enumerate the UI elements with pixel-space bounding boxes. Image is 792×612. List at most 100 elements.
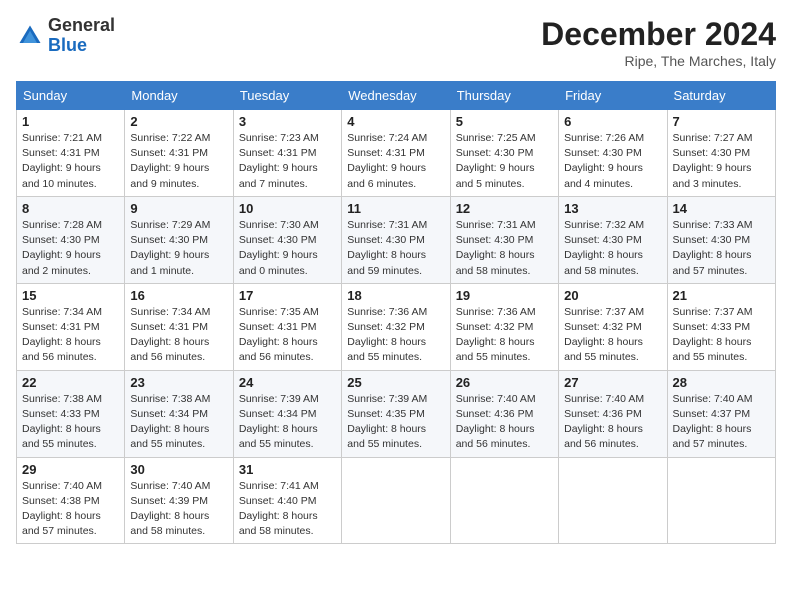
weekday-header: Saturday [667,82,775,110]
day-number: 31 [239,462,336,477]
page-header: General Blue December 2024 Ripe, The Mar… [16,16,776,69]
day-info: Sunrise: 7:34 AMSunset: 4:31 PMDaylight:… [22,305,119,366]
weekday-header: Sunday [17,82,125,110]
logo-blue: Blue [48,35,87,55]
calendar-week-row: 1 Sunrise: 7:21 AMSunset: 4:31 PMDaylight… [17,110,776,197]
calendar-day-cell: 23 Sunrise: 7:38 AMSunset: 4:34 PMDayligh… [125,370,233,457]
calendar-day-cell: 3 Sunrise: 7:23 AMSunset: 4:31 PMDaylight… [233,110,341,197]
calendar-day-cell: 20 Sunrise: 7:37 AMSunset: 4:32 PMDayligh… [559,283,667,370]
logo-icon [16,22,44,50]
day-number: 29 [22,462,119,477]
calendar-day-cell: 12 Sunrise: 7:31 AMSunset: 4:30 PMDayligh… [450,196,558,283]
day-number: 18 [347,288,444,303]
calendar-day-cell [342,457,450,544]
day-number: 8 [22,201,119,216]
day-number: 16 [130,288,227,303]
calendar-day-cell: 24Sunrise: 7:39 AMSunset: 4:34 PMDayligh… [233,370,341,457]
day-number: 28 [673,375,770,390]
day-info: Sunrise: 7:40 AMSunset: 4:38 PMDaylight:… [22,479,119,540]
day-number: 9 [130,201,227,216]
calendar-week-row: 8 Sunrise: 7:28 AMSunset: 4:30 PMDaylight… [17,196,776,283]
weekday-header: Thursday [450,82,558,110]
day-number: 12 [456,201,553,216]
day-number: 19 [456,288,553,303]
day-info: Sunrise: 7:35 AMSunset: 4:31 PMDaylight:… [239,305,336,366]
day-info: Sunrise: 7:36 AMSunset: 4:32 PMDaylight:… [347,305,444,366]
weekday-header: Tuesday [233,82,341,110]
day-number: 24 [239,375,336,390]
day-number: 3 [239,114,336,129]
logo-general: General [48,15,115,35]
calendar-day-cell: 17 Sunrise: 7:35 AMSunset: 4:31 PMDayligh… [233,283,341,370]
weekday-header: Monday [125,82,233,110]
day-info: Sunrise: 7:31 AMSunset: 4:30 PMDaylight:… [347,218,444,279]
day-number: 27 [564,375,661,390]
day-info: Sunrise: 7:32 AMSunset: 4:30 PMDaylight:… [564,218,661,279]
calendar-day-cell [450,457,558,544]
day-info: Sunrise: 7:40 AMSunset: 4:39 PMDaylight:… [130,479,227,540]
day-info: Sunrise: 7:31 AMSunset: 4:30 PMDaylight:… [456,218,553,279]
calendar-day-cell: 22 Sunrise: 7:38 AMSunset: 4:33 PMDayligh… [17,370,125,457]
day-info: Sunrise: 7:30 AMSunset: 4:30 PMDaylight:… [239,218,336,279]
day-info: Sunrise: 7:40 AMSunset: 4:37 PMDaylight:… [673,392,770,453]
calendar-day-cell: 30 Sunrise: 7:40 AMSunset: 4:39 PMDayligh… [125,457,233,544]
day-number: 22 [22,375,119,390]
day-info: Sunrise: 7:28 AMSunset: 4:30 PMDaylight:… [22,218,119,279]
day-info: Sunrise: 7:41 AMSunset: 4:40 PMDaylight:… [239,479,336,540]
day-number: 10 [239,201,336,216]
calendar-day-cell: 28 Sunrise: 7:40 AMSunset: 4:37 PMDayligh… [667,370,775,457]
day-info: Sunrise: 7:40 AMSunset: 4:36 PMDaylight:… [564,392,661,453]
day-number: 15 [22,288,119,303]
day-number: 7 [673,114,770,129]
day-number: 2 [130,114,227,129]
day-info: Sunrise: 7:26 AMSunset: 4:30 PMDaylight:… [564,131,661,192]
day-info: Sunrise: 7:24 AMSunset: 4:31 PMDaylight:… [347,131,444,192]
weekday-header: Wednesday [342,82,450,110]
calendar-day-cell: 8 Sunrise: 7:28 AMSunset: 4:30 PMDaylight… [17,196,125,283]
calendar-day-cell: 27 Sunrise: 7:40 AMSunset: 4:36 PMDayligh… [559,370,667,457]
day-info: Sunrise: 7:38 AMSunset: 4:34 PMDaylight:… [130,392,227,453]
calendar-day-cell: 10 Sunrise: 7:30 AMSunset: 4:30 PMDayligh… [233,196,341,283]
day-info: Sunrise: 7:22 AMSunset: 4:31 PMDaylight:… [130,131,227,192]
calendar-day-cell: 5 Sunrise: 7:25 AMSunset: 4:30 PMDaylight… [450,110,558,197]
calendar-day-cell [559,457,667,544]
calendar-day-cell: 14Sunrise: 7:33 AMSunset: 4:30 PMDayligh… [667,196,775,283]
day-number: 11 [347,201,444,216]
calendar-day-cell: 19Sunrise: 7:36 AMSunset: 4:32 PMDayligh… [450,283,558,370]
weekday-header: Friday [559,82,667,110]
day-number: 21 [673,288,770,303]
calendar-table: SundayMondayTuesdayWednesdayThursdayFrid… [16,81,776,544]
day-number: 17 [239,288,336,303]
day-number: 14 [673,201,770,216]
day-info: Sunrise: 7:23 AMSunset: 4:31 PMDaylight:… [239,131,336,192]
day-number: 25 [347,375,444,390]
day-number: 23 [130,375,227,390]
calendar-day-cell: 2 Sunrise: 7:22 AMSunset: 4:31 PMDaylight… [125,110,233,197]
day-number: 4 [347,114,444,129]
calendar-day-cell: 9 Sunrise: 7:29 AMSunset: 4:30 PMDaylight… [125,196,233,283]
calendar-week-row: 15 Sunrise: 7:34 AMSunset: 4:31 PMDayligh… [17,283,776,370]
title-block: December 2024 Ripe, The Marches, Italy [541,16,776,69]
calendar-day-cell: 16 Sunrise: 7:34 AMSunset: 4:31 PMDayligh… [125,283,233,370]
calendar-day-cell: 18 Sunrise: 7:36 AMSunset: 4:32 PMDayligh… [342,283,450,370]
day-info: Sunrise: 7:29 AMSunset: 4:30 PMDaylight:… [130,218,227,279]
day-info: Sunrise: 7:21 AMSunset: 4:31 PMDaylight:… [22,131,119,192]
day-number: 30 [130,462,227,477]
day-number: 1 [22,114,119,129]
calendar-week-row: 29 Sunrise: 7:40 AMSunset: 4:38 PMDayligh… [17,457,776,544]
day-info: Sunrise: 7:34 AMSunset: 4:31 PMDaylight:… [130,305,227,366]
day-info: Sunrise: 7:25 AMSunset: 4:30 PMDaylight:… [456,131,553,192]
location: Ripe, The Marches, Italy [541,53,776,69]
day-number: 26 [456,375,553,390]
calendar-day-cell: 25 Sunrise: 7:39 AMSunset: 4:35 PMDayligh… [342,370,450,457]
day-info: Sunrise: 7:37 AMSunset: 4:32 PMDaylight:… [564,305,661,366]
calendar-day-cell: 29 Sunrise: 7:40 AMSunset: 4:38 PMDayligh… [17,457,125,544]
calendar-header-row: SundayMondayTuesdayWednesdayThursdayFrid… [17,82,776,110]
day-info: Sunrise: 7:39 AMSunset: 4:35 PMDaylight:… [347,392,444,453]
day-number: 5 [456,114,553,129]
calendar-day-cell: 7Sunrise: 7:27 AMSunset: 4:30 PMDaylight… [667,110,775,197]
day-info: Sunrise: 7:38 AMSunset: 4:33 PMDaylight:… [22,392,119,453]
day-number: 13 [564,201,661,216]
day-number: 20 [564,288,661,303]
calendar-day-cell: 26Sunrise: 7:40 AMSunset: 4:36 PMDayligh… [450,370,558,457]
